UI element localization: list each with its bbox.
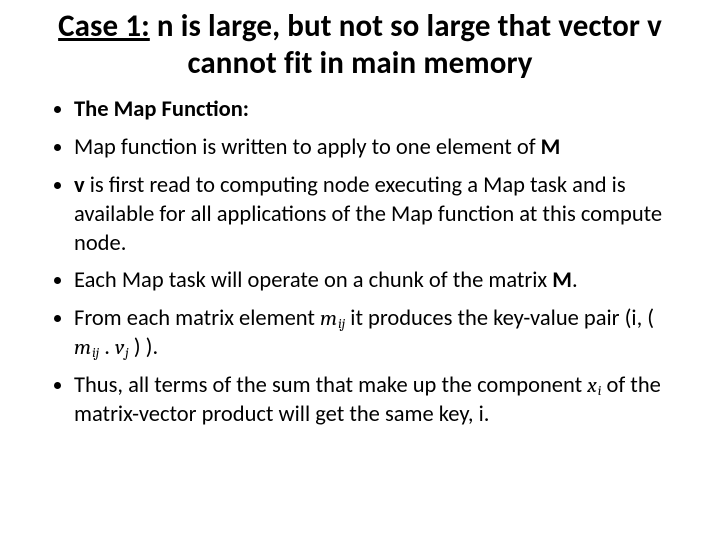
sub-ij: ij [91, 345, 99, 361]
var-v: v [74, 172, 85, 199]
bullet-map-chunk: Each Map task will operate on a chunk of… [74, 267, 682, 296]
bullet-same-key: Thus, all terms of the sum that make up … [74, 372, 682, 430]
text: The Map Function: [74, 96, 249, 123]
var-m: M [541, 134, 561, 161]
text: Thus, all terms of the sum that make up … [74, 372, 587, 399]
text: ) ). [129, 334, 159, 361]
text: is first read to computing node executin… [74, 172, 662, 257]
bullet-v-read: v is first read to computing node execut… [74, 172, 682, 258]
bullet-list: The Map Function: Map function is writte… [28, 96, 692, 429]
slide-title: Case 1: n is large, but not so large tha… [36, 8, 684, 82]
bullet-kv-pair: From each matrix element mij it produces… [74, 305, 682, 363]
sub-ij: ij [337, 316, 345, 332]
var-m: m [320, 307, 337, 331]
var-x: x [587, 374, 597, 398]
text: . [99, 334, 115, 361]
text: it produces the key-value pair (i, ( [345, 305, 654, 332]
title-case-label: Case 1: [58, 7, 150, 45]
title-rest: n is large, but not so large that vector… [150, 7, 662, 82]
text: From each matrix element [74, 305, 320, 332]
var-v: v [115, 336, 124, 360]
bullet-map-apply: Map function is written to apply to one … [74, 134, 682, 163]
var-m: M [552, 267, 572, 294]
var-m: m [74, 336, 91, 360]
bullet-map-function: The Map Function: [74, 96, 682, 125]
slide: Case 1: n is large, but not so large tha… [0, 0, 720, 540]
text: Map function is written to apply to one … [74, 134, 541, 161]
text: . [572, 267, 578, 294]
text: Each Map task will operate on a chunk of… [74, 267, 552, 294]
